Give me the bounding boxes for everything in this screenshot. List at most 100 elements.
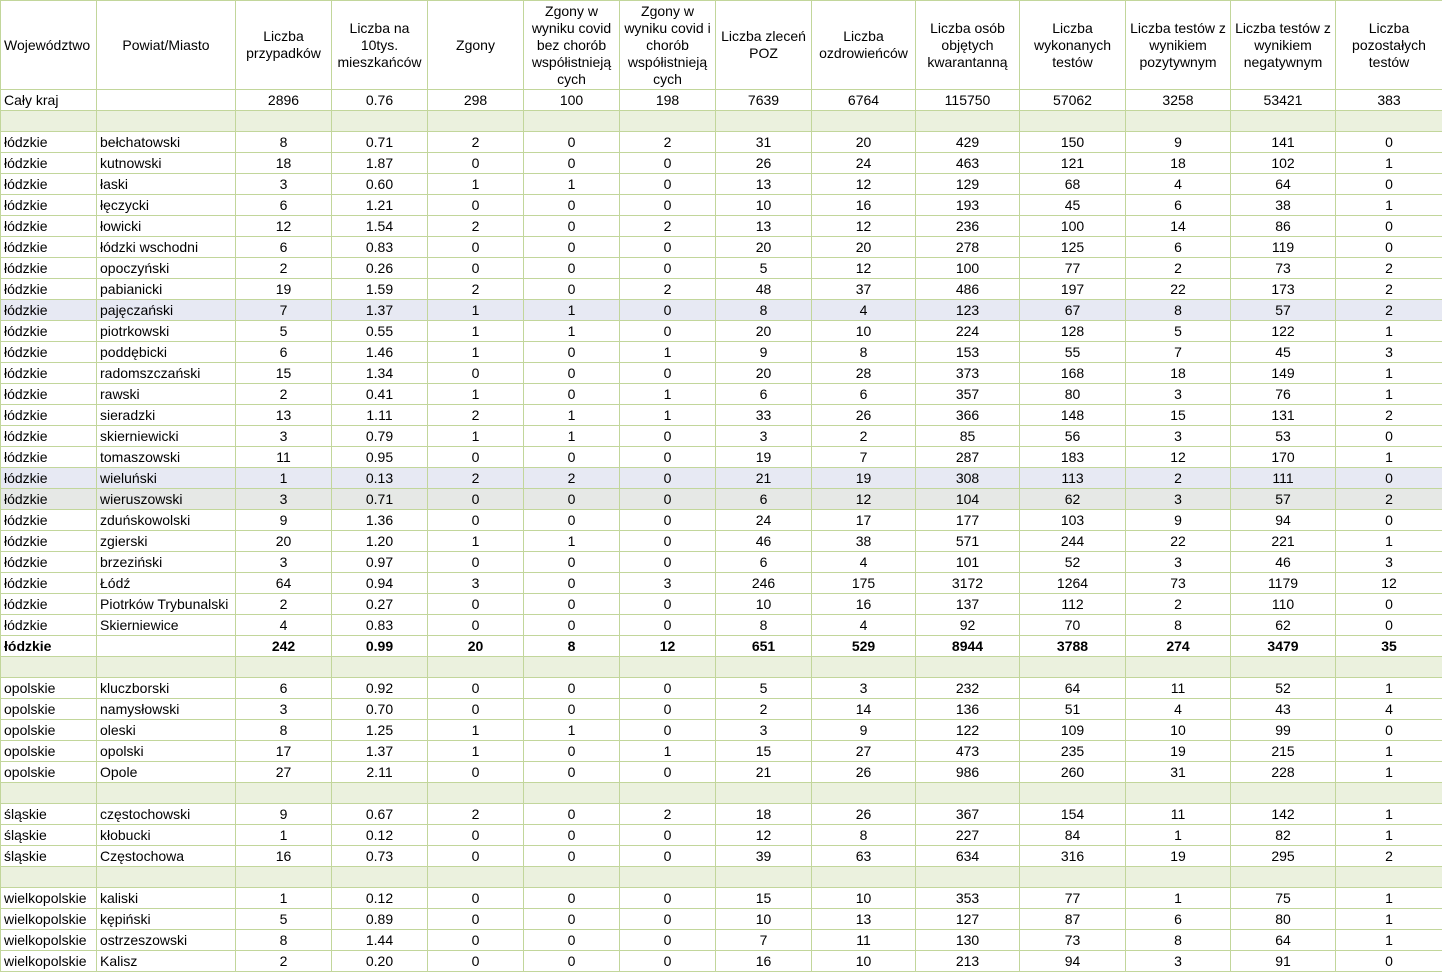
value-cell: 2 — [1335, 278, 1442, 300]
value-cell: 4 — [1335, 698, 1442, 720]
column-header: Liczba na 10tys. mieszkańców — [331, 0, 428, 90]
value-cell: 109 — [1019, 719, 1126, 741]
value-cell: 1 — [1335, 383, 1442, 405]
empty-cell — [915, 656, 1020, 678]
value-cell: 232 — [915, 677, 1020, 699]
county-cell: oleski — [96, 719, 236, 741]
table-row: łódzkie skierniewicki 3 0.79 1 1 0 3 2 85 56 3 53 0 — [0, 425, 1442, 447]
value-cell: 228 — [1230, 761, 1336, 783]
value-cell: 1 — [1335, 740, 1442, 762]
empty-cell — [619, 110, 716, 132]
value-cell: 0 — [427, 194, 524, 216]
value-cell: 13 — [235, 404, 332, 426]
table-row: łódzkie łowicki 12 1.54 2 0 2 13 12 236 100 14 86 0 — [0, 215, 1442, 237]
value-cell: 0 — [1335, 593, 1442, 615]
value-cell: 1 — [1335, 152, 1442, 174]
value-cell: 20 — [427, 635, 524, 657]
value-cell: 8 — [811, 341, 916, 363]
column-header: Powiat/Miasto — [96, 0, 236, 90]
value-cell: 9 — [1125, 509, 1231, 531]
county-cell: piotrkowski — [96, 320, 236, 342]
empty-cell — [523, 656, 620, 678]
empty-cell — [427, 866, 524, 888]
value-cell: 215 — [1230, 740, 1336, 762]
value-cell: 57062 — [1019, 89, 1126, 111]
value-cell: 149 — [1230, 362, 1336, 384]
value-cell: 27 — [811, 740, 916, 762]
value-cell: 10 — [811, 950, 916, 972]
value-cell: 3 — [1335, 551, 1442, 573]
value-cell: 0.83 — [331, 236, 428, 258]
table-row: łódzkie bełchatowski 8 0.71 2 0 2 31 20 429 150 9 14… — [0, 131, 1442, 153]
empty-cell — [427, 656, 524, 678]
voivodeship-cell: łódzkie — [0, 194, 97, 216]
voivodeship-cell: łódzkie — [0, 278, 97, 300]
empty-cell — [619, 866, 716, 888]
value-cell: 7 — [235, 299, 332, 321]
value-cell: 0 — [619, 677, 716, 699]
value-cell: 1 — [235, 467, 332, 489]
voivodeship-cell: łódzkie — [0, 236, 97, 258]
value-cell: 48 — [715, 278, 812, 300]
voivodeship-cell: Cały kraj — [0, 89, 97, 111]
value-cell: 236 — [915, 215, 1020, 237]
value-cell: 3 — [715, 719, 812, 741]
value-cell: 3172 — [915, 572, 1020, 594]
value-cell: 1.34 — [331, 362, 428, 384]
empty-cell — [0, 782, 97, 804]
value-cell: 298 — [427, 89, 524, 111]
value-cell: 6 — [811, 383, 916, 405]
value-cell: 0 — [523, 677, 620, 699]
value-cell: 5 — [715, 257, 812, 279]
value-cell: 0 — [1335, 131, 1442, 153]
value-cell: 0 — [1335, 614, 1442, 636]
value-cell: 125 — [1019, 236, 1126, 258]
value-cell: 56 — [1019, 425, 1126, 447]
value-cell: 6 — [715, 551, 812, 573]
value-cell: 43 — [1230, 698, 1336, 720]
value-cell: 0.67 — [331, 803, 428, 825]
value-cell: 64 — [1230, 929, 1336, 951]
value-cell: 0.26 — [331, 257, 428, 279]
value-cell: 10 — [811, 887, 916, 909]
value-cell: 12 — [715, 824, 812, 846]
value-cell: 2 — [811, 425, 916, 447]
value-cell: 77 — [1019, 257, 1126, 279]
value-cell: 6764 — [811, 89, 916, 111]
value-cell: 1 — [619, 341, 716, 363]
county-cell: kłobucki — [96, 824, 236, 846]
value-cell: 2 — [1335, 257, 1442, 279]
value-cell: 16 — [235, 845, 332, 867]
value-cell: 2 — [619, 215, 716, 237]
value-cell: 0.95 — [331, 446, 428, 468]
voivodeship-cell: łódzkie — [0, 530, 97, 552]
value-cell: 0 — [619, 614, 716, 636]
voivodeship-cell: opolskie — [0, 719, 97, 741]
value-cell: 70 — [1019, 614, 1126, 636]
value-cell: 15 — [235, 362, 332, 384]
value-cell: 18 — [1125, 152, 1231, 174]
county-cell: Opole — [96, 761, 236, 783]
table-row: łódzkie opoczyński 2 0.26 0 0 0 5 12 100 77 2 73 2 — [0, 257, 1442, 279]
value-cell: 571 — [915, 530, 1020, 552]
table-row: śląskie kłobucki 1 0.12 0 0 0 12 8 227 84 1 82 1 — [0, 824, 1442, 846]
value-cell: 0 — [619, 299, 716, 321]
value-cell: 2 — [427, 215, 524, 237]
value-cell: 2 — [619, 131, 716, 153]
table-row: śląskie Częstochowa 16 0.73 0 0 0 39 63 634 316 19 2… — [0, 845, 1442, 867]
county-cell: kutnowski — [96, 152, 236, 174]
empty-cell — [331, 656, 428, 678]
empty-cell — [811, 656, 916, 678]
value-cell: 2 — [235, 257, 332, 279]
table-row: łódzkie radomszczański 15 1.34 0 0 0 20 28 373 168… — [0, 362, 1442, 384]
county-cell: kaliski — [96, 887, 236, 909]
value-cell: 6 — [235, 194, 332, 216]
voivodeship-cell: łódzkie — [0, 215, 97, 237]
value-cell: 38 — [1230, 194, 1336, 216]
value-cell: 0 — [619, 929, 716, 951]
value-cell: 129 — [915, 173, 1020, 195]
value-cell: 35 — [1335, 635, 1442, 657]
empty-cell — [1335, 110, 1442, 132]
county-cell: tomaszowski — [96, 446, 236, 468]
value-cell: 33 — [715, 404, 812, 426]
